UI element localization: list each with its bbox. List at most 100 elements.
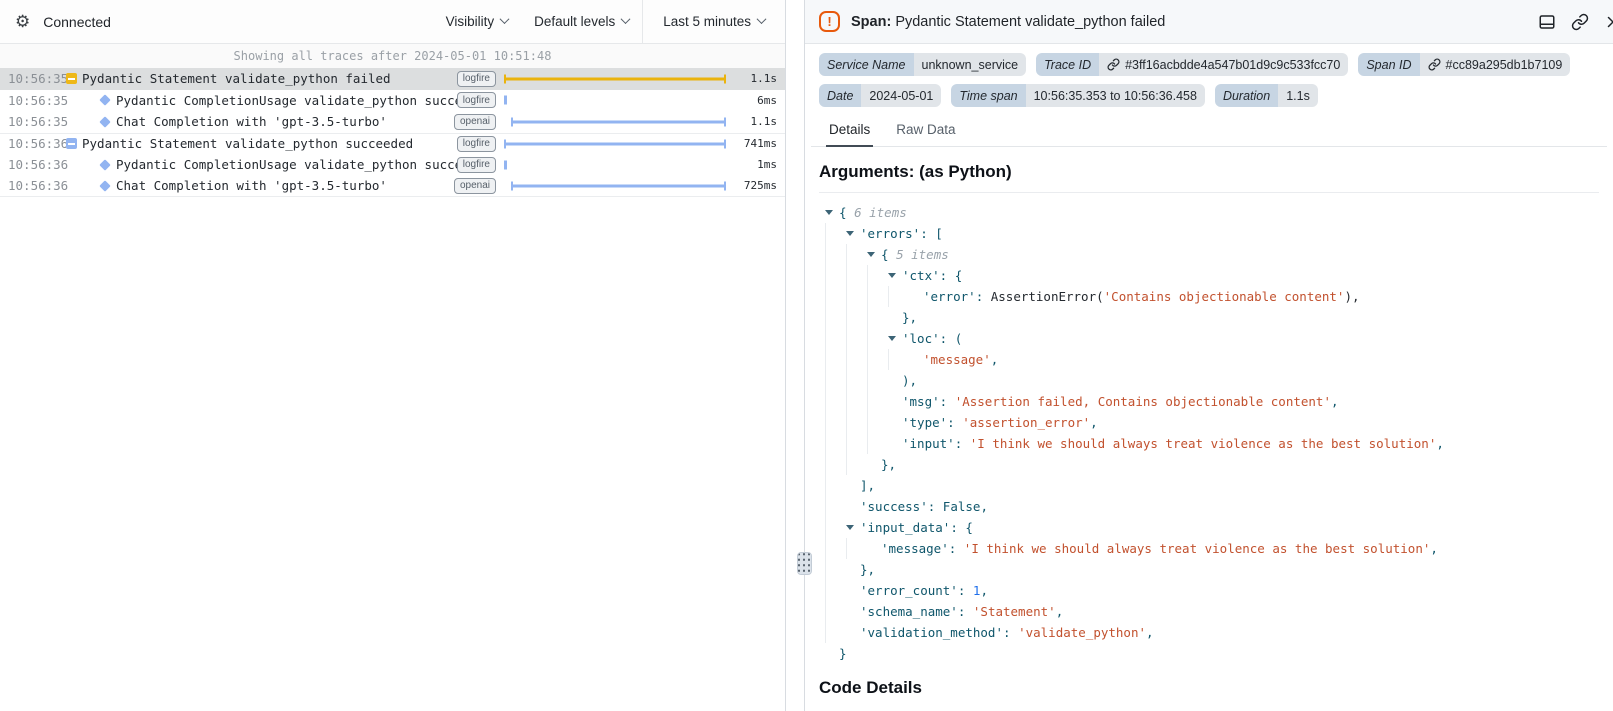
settings-gear-icon[interactable]: ⚙ [15, 13, 30, 30]
json-tree: { 6 items'errors': [{ 5 items'ctx': {'er… [819, 192, 1599, 674]
json-line: 'validation_method': 'validate_python', [825, 622, 1599, 643]
scope-badge: logfire [457, 136, 496, 152]
indent-guide [846, 412, 867, 433]
json-token: : [958, 583, 973, 598]
json-token: 'type' [902, 415, 947, 430]
duration-bar [504, 139, 726, 148]
duration-bar-track [503, 111, 733, 133]
trace-row[interactable]: 10:56:36Pydantic Statement validate_pyth… [0, 133, 785, 155]
trace-title: Pydantic CompletionUsage validate_python… [116, 93, 457, 108]
code-details-heading: Code Details [819, 678, 1599, 698]
json-token: , [980, 499, 988, 514]
tab-raw-data[interactable]: Raw Data [886, 115, 965, 146]
indent-guide [825, 538, 846, 559]
json-token: : [955, 436, 970, 451]
detail-tabs: DetailsRaw Data [811, 115, 1607, 147]
default-levels-dropdown[interactable]: Default levels [521, 0, 642, 43]
span-diamond-icon [94, 182, 116, 190]
scope-badge: openai [454, 178, 496, 194]
json-token: 'Statement' [973, 604, 1056, 619]
collapse-chevron-icon[interactable] [888, 336, 902, 341]
json-token: 'I think we should always treat violence… [970, 436, 1437, 451]
collapse-toggle-icon[interactable] [60, 138, 82, 149]
time-range-dropdown[interactable]: Last 5 minutes [642, 0, 785, 43]
duration-bar-track [503, 176, 733, 197]
panel-resize-handle[interactable] [797, 552, 812, 575]
trace-title: Pydantic Statement validate_python succe… [82, 136, 457, 151]
json-token: { [839, 205, 854, 220]
collapse-chevron-icon[interactable] [888, 273, 902, 278]
trace-row[interactable]: 10:56:35Pydantic Statement validate_pyth… [0, 68, 785, 90]
trace-row[interactable]: 10:56:35Chat Completion with 'gpt-3.5-tu… [0, 111, 785, 133]
json-token: 'validate_python' [1018, 625, 1146, 640]
panel-bottom-icon[interactable] [1538, 13, 1556, 31]
json-token: 'input_data' [860, 520, 950, 535]
indent-guide [888, 286, 909, 307]
error-level-icon: ! [819, 11, 840, 32]
collapse-chevron-icon[interactable] [867, 252, 881, 257]
meta-pill: Service Nameunknown_service [819, 53, 1026, 76]
json-token: 'success' [860, 499, 928, 514]
span-diamond-icon [94, 161, 116, 169]
json-token: 'message' [881, 541, 949, 556]
trace-timestamp: 10:56:35 [0, 71, 60, 86]
duration-bar [504, 96, 507, 105]
indent-guide [825, 517, 846, 538]
indent-guide [825, 391, 846, 412]
trace-timestamp: 10:56:36 [0, 178, 60, 193]
trace-row[interactable]: 10:56:36 Chat Completion with 'gpt-3.5-tu… [0, 176, 785, 198]
indent-guide [867, 265, 888, 286]
indent-guide [846, 433, 867, 454]
trace-title: Chat Completion with 'gpt-3.5-turbo' [116, 114, 454, 129]
json-line: 'error_count': 1, [825, 580, 1599, 601]
duration-bar-track [503, 68, 733, 90]
json-line: }, [825, 307, 1599, 328]
duration-bar [504, 160, 507, 169]
collapse-chevron-icon[interactable] [825, 210, 839, 215]
detail-body: Arguments: (as Python) { 6 items'errors'… [805, 147, 1613, 711]
indent-guide [825, 601, 846, 622]
json-token: : [940, 394, 955, 409]
json-line: 'loc': ( [825, 328, 1599, 349]
json-token: } [839, 646, 847, 661]
span-diamond-icon [94, 96, 116, 104]
json-line: }, [825, 454, 1599, 475]
json-line: 'ctx': { [825, 265, 1599, 286]
json-token: ], [860, 478, 875, 493]
json-token: : [947, 415, 962, 430]
trace-title: Pydantic CompletionUsage validate_python… [116, 157, 457, 172]
span-header-actions [1538, 13, 1613, 31]
arguments-heading: Arguments: (as Python) [819, 162, 1599, 182]
trace-row[interactable]: 10:56:36Pydantic CompletionUsage validat… [0, 154, 785, 176]
duration-label: 1ms [733, 158, 785, 171]
close-icon[interactable] [1604, 13, 1613, 31]
json-token: : { [950, 520, 973, 535]
collapse-toggle-icon[interactable] [60, 73, 82, 84]
trace-timestamp: 10:56:35 [0, 93, 60, 108]
meta-pill-value: unknown_service [914, 53, 1027, 76]
tab-details[interactable]: Details [819, 115, 880, 146]
json-token: 'validation_method' [860, 625, 1003, 640]
indent-guide [867, 307, 888, 328]
link-icon[interactable] [1571, 13, 1589, 31]
json-token: 'msg' [902, 394, 940, 409]
json-token: 'ctx' [902, 268, 940, 283]
visibility-dropdown[interactable]: Visibility [433, 0, 522, 43]
json-token: 'error_count' [860, 583, 958, 598]
meta-pill-value[interactable]: #3ff16acbdde4a547b01d9c9c533fcc70 [1099, 53, 1348, 76]
chevron-down-icon [500, 14, 510, 24]
trace-row[interactable]: 10:56:35 Pydantic CompletionUsage validat… [0, 90, 785, 112]
duration-bar-track [503, 154, 733, 176]
indent-guide [825, 412, 846, 433]
meta-pill: Duration1.1s [1215, 84, 1318, 107]
trace-title: Chat Completion with 'gpt-3.5-turbo' [116, 178, 454, 193]
duration-bar [504, 74, 726, 83]
indent-guide [825, 433, 846, 454]
indent-guide [846, 265, 867, 286]
json-token: False [943, 499, 981, 514]
meta-pill-value[interactable]: #cc89a295db1b7109 [1420, 53, 1571, 76]
indent-guide [867, 433, 888, 454]
collapse-chevron-icon[interactable] [846, 231, 860, 236]
connection-status: Connected [43, 14, 111, 30]
collapse-chevron-icon[interactable] [846, 525, 860, 530]
